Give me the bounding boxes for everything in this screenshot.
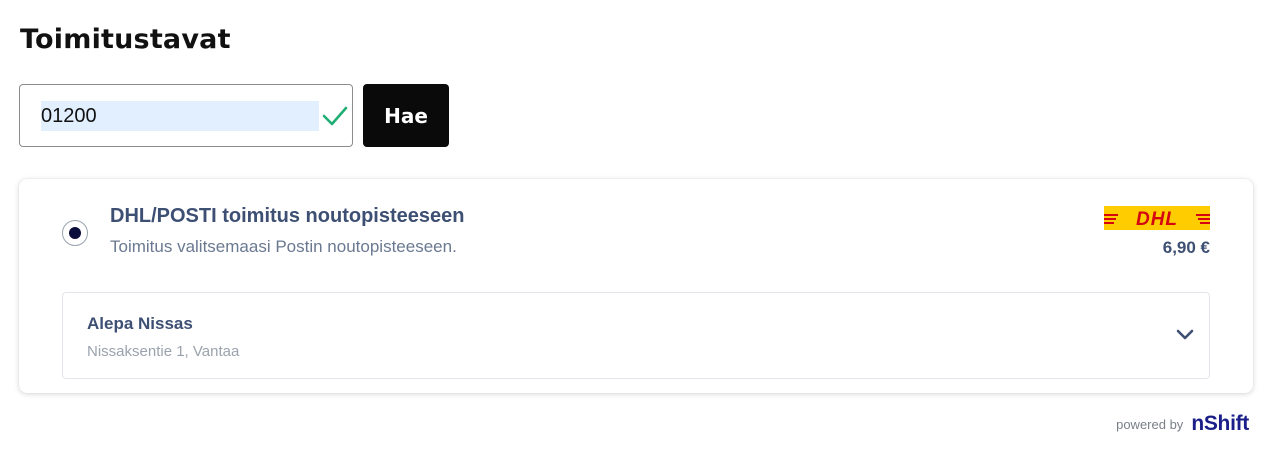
dhl-logo-text: DHL [1136, 209, 1178, 230]
shipping-option-description: Toimitus valitsemaasi Postin noutopistee… [110, 237, 457, 256]
radio-selected-dot [69, 227, 81, 239]
search-button[interactable]: Hae [363, 84, 449, 147]
pickup-point-name: Alepa Nissas [87, 314, 193, 333]
shipping-option-radio[interactable] [62, 220, 88, 246]
dhl-logo: DHL [1104, 206, 1210, 230]
page: Toimitustavat Hae DHL/POSTI toimitus nou… [0, 0, 1280, 462]
postal-code-field[interactable] [19, 84, 353, 147]
pickup-point-address: Nissaksentie 1, Vantaa [87, 343, 240, 360]
pickup-point-select[interactable]: Alepa Nissas Nissaksentie 1, Vantaa [62, 292, 1210, 379]
page-title: Toimitustavat [20, 24, 231, 55]
shipping-option-card[interactable]: DHL/POSTI toimitus noutopisteeseen Toimi… [19, 179, 1253, 393]
postal-code-input[interactable] [41, 101, 319, 131]
chevron-down-icon [1176, 329, 1194, 340]
check-icon [322, 106, 348, 126]
powered-by-label: powered by [1116, 416, 1184, 432]
nshift-logo[interactable]: nShift [1191, 412, 1249, 436]
shipping-price: 6,90 € [1162, 238, 1210, 257]
powered-by: powered by nShift [1116, 412, 1249, 436]
shipping-option-name: DHL/POSTI toimitus noutopisteeseen [110, 205, 465, 227]
